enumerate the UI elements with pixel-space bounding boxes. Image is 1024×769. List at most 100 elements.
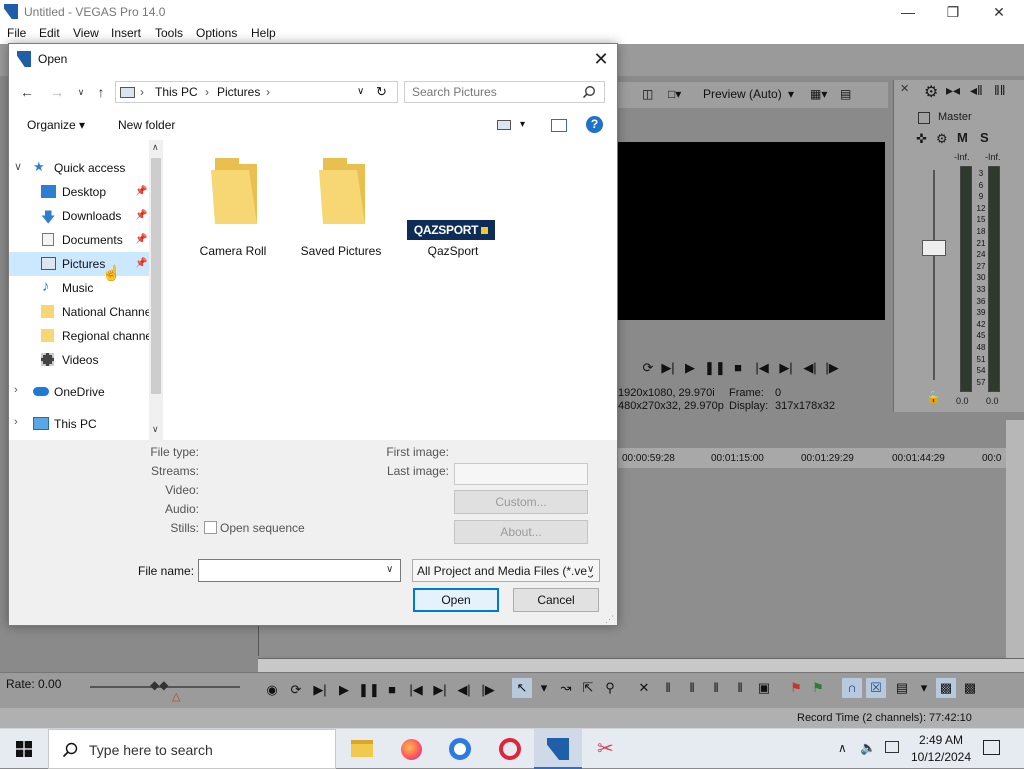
help-icon[interactable]: ? (586, 116, 603, 133)
timeline-ruler[interactable]: 00:00:59:28 00:01:15:00 00:01:29:29 00:0… (618, 448, 1006, 468)
stop-icon[interactable]: ■ (382, 680, 402, 700)
vegas-taskbar-button[interactable] (534, 729, 582, 769)
gear-icon[interactable]: ⚙ (924, 82, 938, 102)
close-icon[interactable]: ✕ (984, 2, 1014, 22)
go-to-end-icon[interactable]: ▶| (430, 680, 450, 700)
navigation-scrollbar[interactable]: ∧ ∨ (149, 140, 163, 440)
auto-crossfade-icon[interactable]: ☒ (866, 678, 886, 698)
go-to-end-icon[interactable]: ▶| (776, 358, 796, 378)
next-frame-icon[interactable]: |▶ (478, 680, 498, 700)
scroll-up-icon[interactable]: ∧ (152, 142, 159, 153)
menu-tools[interactable]: Tools (155, 26, 183, 40)
pause-icon[interactable]: ❚❚ (358, 680, 380, 700)
notifications-icon[interactable] (983, 740, 1000, 755)
rate-slider-thumb-icon[interactable]: ◆◆ (150, 678, 168, 692)
file-explorer-taskbar-button[interactable] (338, 729, 386, 769)
resize-grip-icon[interactable]: ⋰ (605, 614, 614, 625)
mute-button[interactable]: M (957, 130, 968, 145)
opera-taskbar-button[interactable] (486, 729, 534, 769)
snapping-magnet-icon[interactable]: ∩ (842, 678, 862, 698)
scroll-down-icon[interactable]: ∨ (152, 424, 159, 435)
chrome-taskbar-button[interactable] (436, 729, 484, 769)
nav-national-channels[interactable]: National Channels (9, 300, 149, 324)
preview-pane-icon[interactable] (551, 119, 567, 132)
open-sequence-checkbox[interactable] (204, 521, 217, 534)
close-icon[interactable]: ✕ (587, 46, 615, 72)
ignore-grouping-icon[interactable]: ▩ (960, 678, 980, 698)
trim-start-icon[interactable]: ‖ (682, 678, 702, 698)
last-image-field[interactable] (454, 463, 588, 485)
selection-tool-icon[interactable]: ⇱ (578, 678, 598, 698)
lock-icon[interactable]: 🔒 (926, 390, 941, 404)
chevron-down-icon[interactable]: ▾ (534, 678, 554, 698)
close-panel-icon[interactable]: ✕ (900, 82, 909, 95)
expand-chevron-icon[interactable]: › (14, 384, 18, 396)
breadcrumb-this-pc[interactable]: This PC (155, 85, 198, 99)
go-to-start-icon[interactable]: |◀ (752, 358, 772, 378)
up-arrow-icon[interactable]: ↑ (91, 83, 111, 101)
file-item-camera-roll[interactable]: Camera Roll (183, 140, 283, 260)
trim-icon[interactable]: ‖ (658, 678, 678, 698)
restore-icon[interactable]: ❐ (938, 2, 968, 22)
previous-frame-icon[interactable]: ◀| (800, 358, 820, 378)
chevron-down-icon[interactable]: ∨ (386, 564, 393, 575)
grid-icon[interactable]: ▦▾ (810, 87, 827, 101)
region-icon[interactable]: ⚑ (808, 678, 828, 698)
chevron-down-icon[interactable]: ▾ (520, 119, 525, 130)
organize-button[interactable]: Organize ▾ (27, 118, 85, 132)
master-select-icon[interactable] (918, 112, 930, 124)
nav-pictures[interactable]: Pictures 📌 (9, 252, 149, 276)
chevron-down-icon[interactable]: ∨ (587, 564, 595, 575)
file-name-input[interactable]: ∨ (198, 559, 401, 582)
stop-icon[interactable]: ■ (728, 358, 748, 378)
address-history-chevron-icon[interactable]: ∨ (357, 86, 364, 97)
fx-icon[interactable]: ⚙ (936, 131, 948, 147)
scrollbar-thumb[interactable] (151, 158, 161, 394)
chevron-down-icon[interactable]: ▾ (788, 87, 794, 101)
menu-view[interactable]: View (73, 26, 99, 40)
timeline-vertical-scrollbar[interactable] (1006, 420, 1024, 670)
play-from-start-icon[interactable]: ▶| (658, 358, 678, 378)
next-frame-icon[interactable]: |▶ (822, 358, 842, 378)
network-icon[interactable] (885, 741, 899, 753)
expand-chevron-icon[interactable]: › (14, 416, 18, 428)
volume-muted-icon[interactable]: 🔈 (860, 740, 876, 756)
copy-frame-icon[interactable]: ▤ (840, 87, 851, 101)
file-type-filter-select[interactable]: All Project and Media Files (*.veg (412, 559, 600, 582)
menu-edit[interactable]: Edit (39, 26, 60, 40)
menu-file[interactable]: File (7, 26, 26, 40)
envelope-tool-icon[interactable]: ↝ (556, 678, 576, 698)
delete-icon[interactable]: ✕ (634, 678, 654, 698)
nav-documents[interactable]: Documents 📌 (9, 228, 149, 252)
menu-options[interactable]: Options (196, 26, 237, 40)
minimize-icon[interactable]: — (893, 2, 923, 22)
pause-icon[interactable]: ❚❚ (704, 358, 726, 378)
downmix-icon[interactable]: ▸◂ (946, 82, 960, 99)
nav-desktop[interactable]: Desktop 📌 (9, 180, 149, 204)
breadcrumb-pictures[interactable]: Pictures (217, 85, 260, 99)
forward-arrow-icon[interactable]: → (47, 83, 67, 101)
group-icon[interactable]: ▩ (936, 678, 956, 698)
normal-edit-tool-icon[interactable]: ↖ (512, 678, 532, 698)
menu-help[interactable]: Help (251, 26, 276, 40)
nav-videos[interactable]: Videos (9, 348, 149, 372)
ripple-edit-icon[interactable]: ▤ (892, 678, 912, 698)
split-icon[interactable]: ‖ (730, 678, 750, 698)
refresh-icon[interactable]: ↻ (376, 84, 387, 100)
previous-frame-icon[interactable]: ◀| (454, 680, 474, 700)
custom-button[interactable]: Custom... (454, 490, 588, 514)
taskbar-search-box[interactable]: Type here to search (48, 729, 336, 769)
dim-icon[interactable]: ◂‖ (970, 82, 983, 99)
timeline-horizontal-scrollbar[interactable] (258, 658, 1024, 672)
nav-downloads[interactable]: 🡇 Downloads 📌 (9, 204, 149, 228)
search-icon[interactable] (582, 85, 596, 99)
automation-icon[interactable]: ✜ (916, 131, 927, 147)
show-hidden-icons-chevron-icon[interactable]: ∧ (838, 741, 847, 755)
nav-regional-channels[interactable]: Regional channels (9, 324, 149, 348)
nav-quick-access[interactable]: ∨ ★ Quick access (9, 156, 149, 180)
go-to-start-icon[interactable]: |◀ (406, 680, 426, 700)
file-item-qazsport[interactable]: QAZSPORT QazSport (399, 140, 499, 260)
master-fader[interactable] (922, 240, 946, 256)
back-arrow-icon[interactable]: ← (17, 83, 37, 101)
about-button[interactable]: About... (454, 520, 588, 544)
